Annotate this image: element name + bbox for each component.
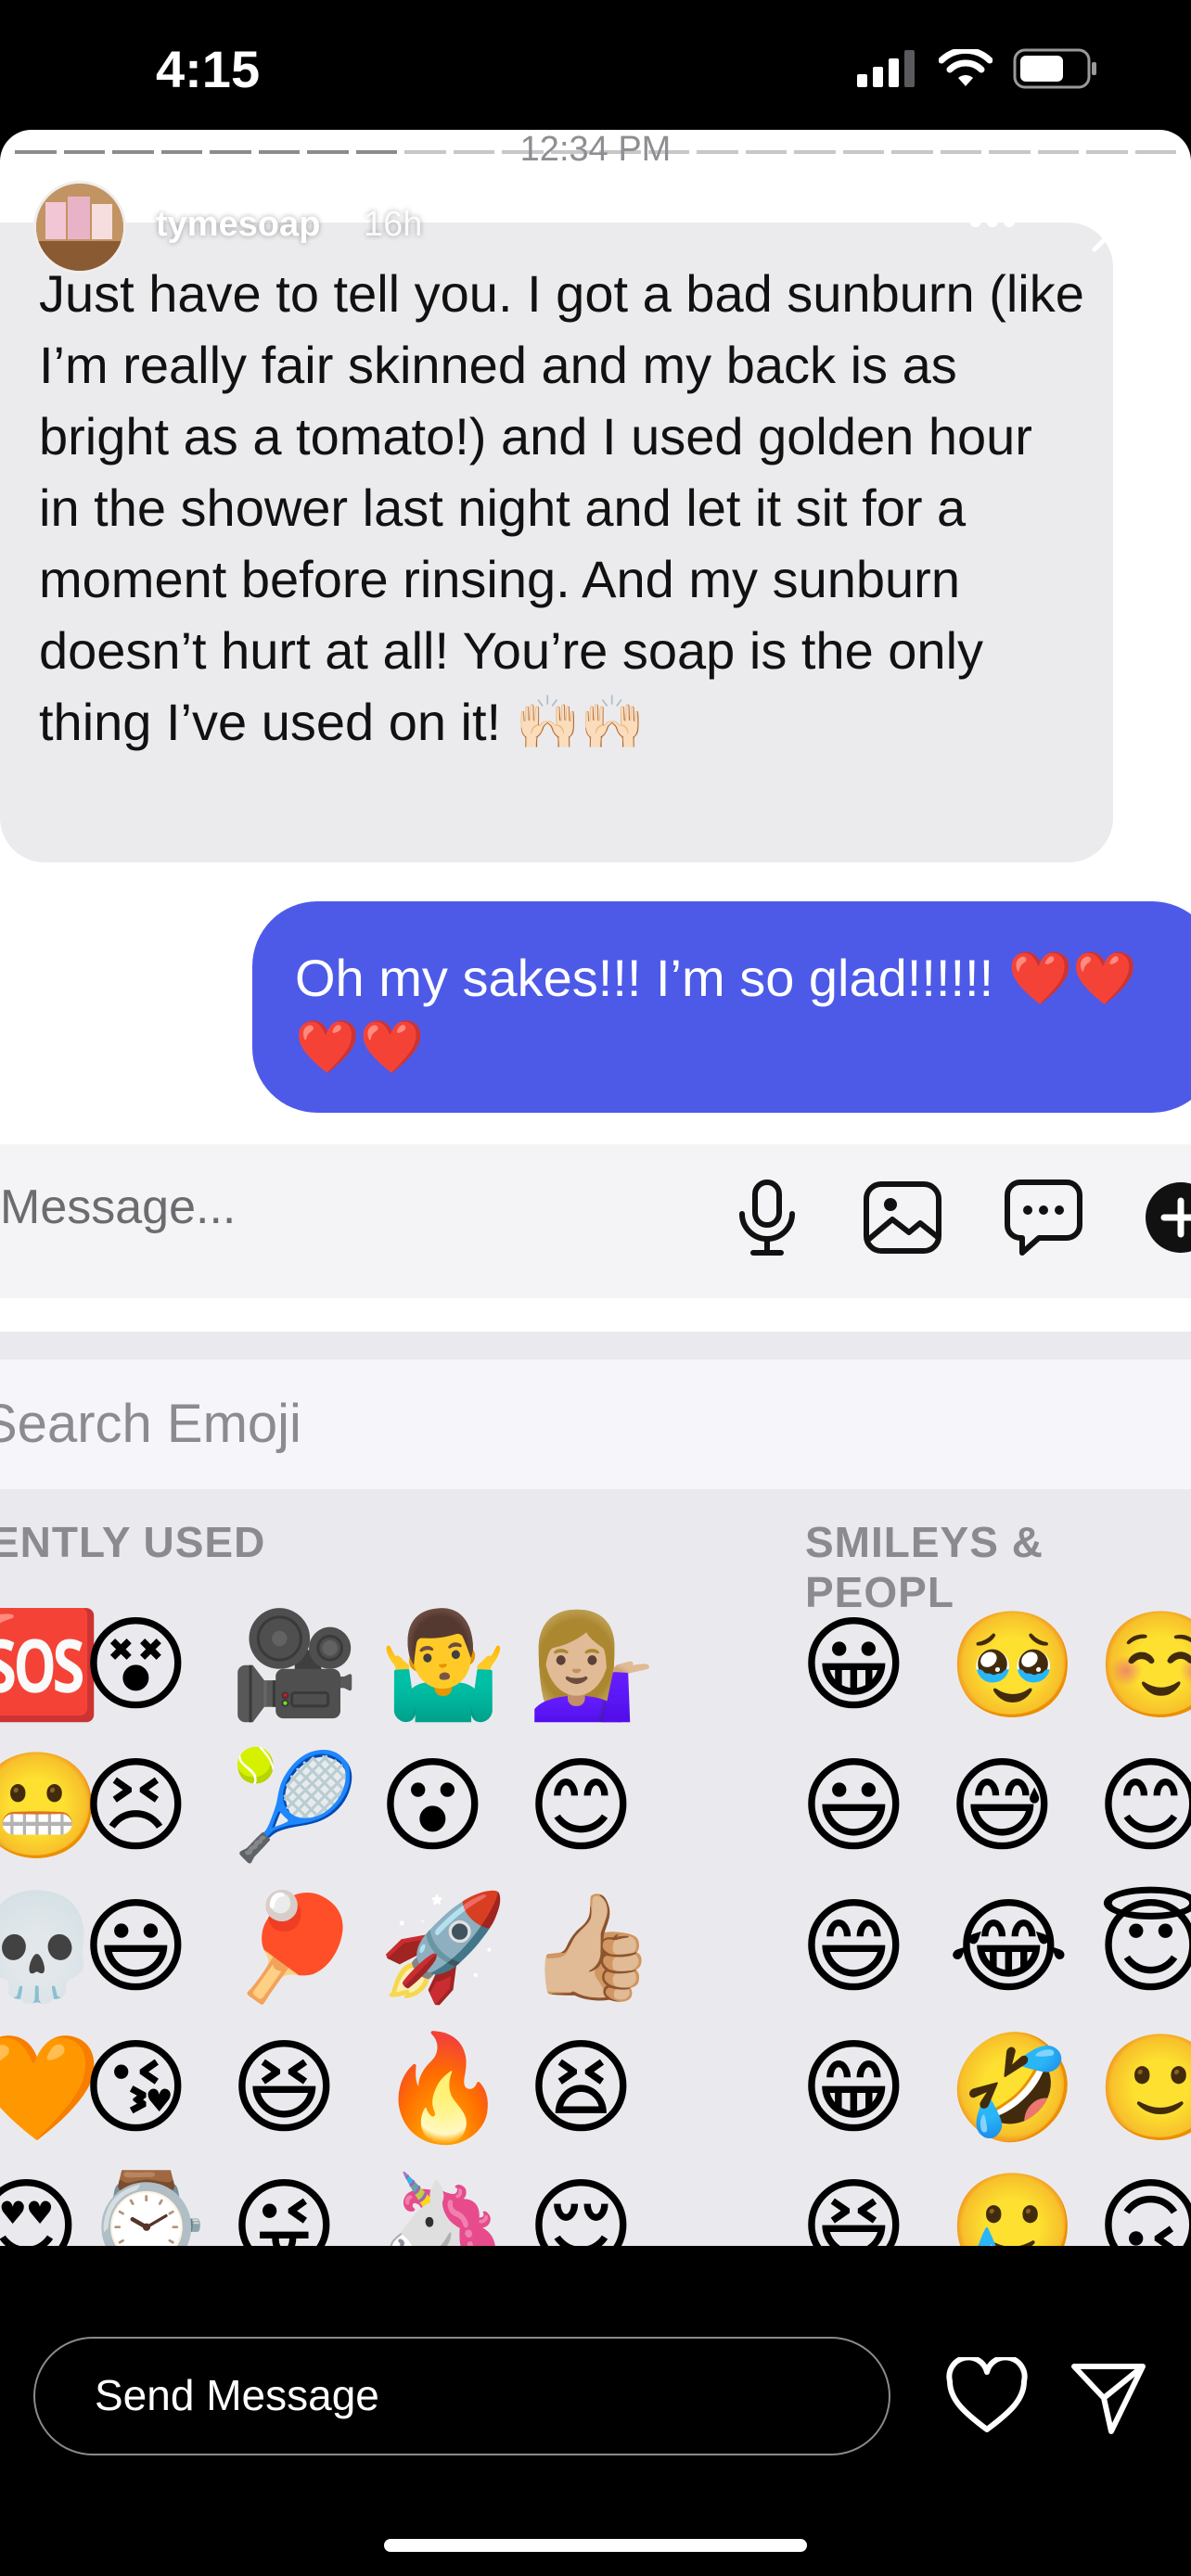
incoming-message-text: Just have to tell you. I got a bad sunbu… — [39, 264, 1084, 751]
outgoing-message-line: ❤️❤️ — [295, 1017, 425, 1076]
emoji-key[interactable]: 😅 — [948, 1754, 1057, 1858]
outgoing-message-line: Oh my sakes!!! I’m so glad!!!!!! ❤️❤️ — [295, 949, 1138, 1007]
battery-icon — [1013, 48, 1096, 89]
send-message-input[interactable]: Send Message — [33, 2337, 890, 2455]
emoji-key[interactable]: 🚀 — [378, 1895, 507, 1999]
status-time: 4:15 — [156, 40, 261, 98]
microphone-icon — [739, 1180, 795, 1256]
status-bar: 4:15 — [0, 0, 1191, 130]
plus-icon — [1146, 1182, 1191, 1253]
send-message-placeholder: Send Message — [95, 2371, 379, 2419]
emoji-key[interactable]: 🙂 — [1096, 2036, 1191, 2140]
emoji-key[interactable]: 🔥 — [378, 2036, 507, 2140]
gallery-button[interactable] — [861, 1176, 944, 1259]
emoji-key[interactable]: 😊 — [1096, 1754, 1191, 1858]
emoji-key[interactable]: 😍 — [0, 2175, 81, 2246]
emoji-key[interactable]: ☺️ — [1096, 1613, 1191, 1717]
emoji-key[interactable]: 😄 — [800, 1895, 908, 1999]
emoji-key[interactable]: 🤣 — [948, 2036, 1077, 2140]
emoji-key[interactable]: 🙃 — [1096, 2175, 1191, 2246]
close-icon[interactable] — [1083, 186, 1158, 261]
emoji-key[interactable]: 😫 — [527, 2036, 635, 2140]
emoji-keyboard: Search Emoji ENTLY USED SMILEYS & PEOPL … — [0, 1332, 1191, 2246]
heart-icon[interactable] — [946, 2357, 1028, 2435]
emoji-key[interactable]: 😊 — [527, 1754, 635, 1858]
more-options-button[interactable]: ••• — [968, 196, 1018, 246]
chat-bubble-icon — [1005, 1180, 1082, 1256]
emoji-key[interactable]: 😣 — [82, 1754, 190, 1858]
emoji-key[interactable]: 😆 — [230, 2036, 339, 2140]
emoji-key[interactable]: 😁 — [800, 2036, 908, 2140]
send-icon[interactable] — [1069, 2357, 1148, 2437]
emoji-key[interactable]: 😘 — [82, 2036, 190, 2140]
section-label-recent: ENTLY USED — [0, 1518, 266, 1566]
emoji-key[interactable]: 🦄 — [378, 2175, 507, 2246]
emoji-key[interactable]: 🏓 — [230, 1895, 359, 1999]
image-icon — [864, 1181, 941, 1254]
status-icons — [857, 48, 1098, 89]
emoji-key[interactable]: 😃 — [82, 1895, 190, 1999]
outgoing-message-text: Oh my sakes!!! I’m so glad!!!!!! ❤️❤️ ❤️… — [295, 944, 1191, 1081]
sticker-button[interactable] — [1002, 1176, 1085, 1259]
emoji-key[interactable]: 😆 — [800, 2175, 908, 2246]
home-indicator — [384, 2539, 807, 2552]
emoji-key[interactable]: 😇 — [1096, 1895, 1191, 1999]
emoji-key[interactable]: 🎾 — [230, 1754, 359, 1858]
section-label-smileys: SMILEYS & PEOPL — [805, 1518, 1044, 1616]
emoji-key[interactable]: 😌 — [527, 2175, 635, 2246]
wifi-icon — [939, 49, 992, 86]
emoji-key[interactable]: 🤷‍♂️ — [378, 1613, 507, 1717]
story-username[interactable]: tymesoap — [156, 205, 320, 245]
emoji-key[interactable]: 👍🏼 — [527, 1895, 656, 1999]
emoji-key[interactable]: 🥹 — [948, 1613, 1077, 1717]
emoji-search-field[interactable]: Search Emoji — [0, 1359, 1191, 1489]
message-timestamp: 12:34 PM — [519, 130, 672, 169]
cellular-signal-icon — [857, 50, 915, 87]
emoji-key[interactable]: ⌚ — [82, 2175, 211, 2246]
emoji-search-placeholder: Search Emoji — [0, 1394, 301, 1454]
message-composer: Message... — [0, 1144, 1191, 1298]
emoji-key[interactable]: 😜 — [230, 2175, 339, 2246]
emoji-key[interactable]: 💁🏼‍♀️ — [527, 1613, 656, 1717]
emoji-key[interactable]: 🎥 — [230, 1613, 359, 1717]
add-button[interactable] — [1139, 1176, 1191, 1259]
emoji-key[interactable]: 🥲 — [948, 2175, 1077, 2246]
story-reply-bar: Send Message — [0, 2246, 1191, 2576]
story-time-ago: 16h — [364, 205, 423, 244]
microphone-button[interactable] — [725, 1176, 809, 1259]
emoji-key[interactable]: 😵 — [82, 1613, 190, 1717]
story-reply-card: 12:34 PM tymesoap 16h ••• Just have to t… — [0, 130, 1191, 2246]
emoji-key[interactable]: 😀 — [800, 1613, 908, 1717]
emoji-key[interactable]: 😂 — [948, 1895, 1069, 1999]
message-input[interactable]: Message... — [0, 1180, 236, 1235]
emoji-key[interactable]: 😮 — [378, 1754, 487, 1858]
emoji-key[interactable]: 😃 — [800, 1754, 908, 1858]
